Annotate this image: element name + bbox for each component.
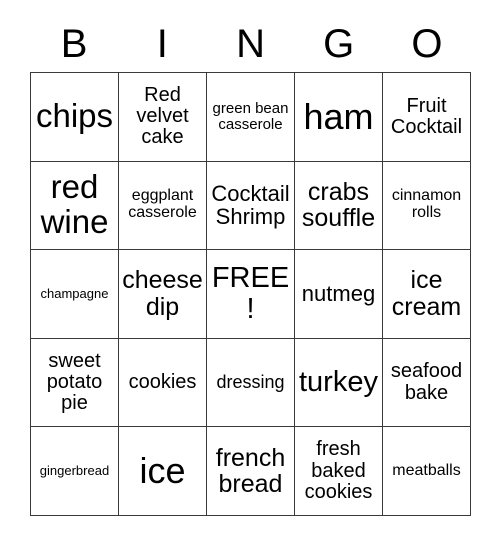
bingo-cell-r1c4[interactable]: ham: [295, 73, 383, 162]
bingo-cell-r4c5[interactable]: seafood bake: [383, 338, 471, 428]
bingo-cell-label: eggplant casserole: [128, 187, 197, 222]
bingo-cell-label: chips: [35, 97, 114, 135]
bingo-header-letter-g: G: [323, 22, 355, 66]
bingo-cell-label: fresh baked cookies: [304, 438, 373, 503]
bingo-cell-label: french bread: [215, 443, 286, 499]
bingo-cell-label: dressing: [216, 372, 285, 393]
bingo-cell-label: champagne: [40, 286, 109, 302]
bingo-cell-r3c1[interactable]: champagne: [31, 250, 119, 339]
bingo-cell-r2c1[interactable]: red wine: [31, 161, 119, 251]
bingo-header-letter-i: I: [156, 22, 168, 66]
bingo-cell-label: red wine: [40, 168, 109, 241]
bingo-cell-r3c2[interactable]: cheese dip: [119, 250, 207, 339]
bingo-cell-label: cheese dip: [122, 266, 203, 321]
bingo-cell-free-space[interactable]: FREE!: [207, 250, 295, 339]
bingo-grid: chips Red velvet cake green bean cassero…: [30, 72, 471, 516]
bingo-cell-label: Fruit Cocktail: [390, 94, 463, 138]
bingo-cell-label: sweet potato pie: [46, 349, 103, 415]
bingo-cell-r4c4[interactable]: turkey: [295, 338, 383, 428]
bingo-header-row: B I N G O: [30, 16, 471, 72]
bingo-cell-r5c4[interactable]: fresh baked cookies: [295, 427, 383, 516]
bingo-cell-r4c3[interactable]: dressing: [207, 338, 295, 428]
bingo-cell-r4c2[interactable]: cookies: [119, 338, 207, 428]
bingo-cell-label: turkey: [299, 366, 378, 399]
bingo-cell-label: Red velvet cake: [136, 84, 189, 149]
bingo-cell-label: ice: [139, 450, 186, 492]
bingo-cell-r5c5[interactable]: meatballs: [383, 427, 471, 516]
bingo-cell-label: nutmeg: [301, 281, 376, 307]
bingo-cell-label: green bean casserole: [212, 99, 289, 133]
bingo-cell-label: seafood bake: [390, 360, 463, 404]
bingo-cell-r3c4[interactable]: nutmeg: [295, 250, 383, 339]
bingo-card: B I N G O chips Red velvet cake green be…: [0, 0, 500, 544]
bingo-cell-r1c2[interactable]: Red velvet cake: [119, 73, 207, 162]
bingo-header-letter-n: N: [236, 22, 265, 66]
bingo-cell-r1c3[interactable]: green bean casserole: [207, 73, 295, 162]
bingo-cell-r2c5[interactable]: cinnamon rolls: [383, 161, 471, 251]
bingo-cell-r4c1[interactable]: sweet potato pie: [31, 338, 119, 428]
bingo-cell-r5c2[interactable]: ice: [119, 427, 207, 516]
bingo-cell-r3c5[interactable]: ice cream: [383, 250, 471, 339]
bingo-free-space-label: FREE!: [211, 262, 290, 325]
bingo-cell-label: Cocktail Shrimp: [211, 181, 290, 230]
bingo-header-letter-o: O: [411, 22, 443, 66]
bingo-cell-r2c2[interactable]: eggplant casserole: [119, 161, 207, 251]
bingo-cell-label: crabs souffle: [301, 177, 376, 233]
bingo-cell-r1c5[interactable]: Fruit Cocktail: [383, 73, 471, 162]
bingo-cell-r2c4[interactable]: crabs souffle: [295, 161, 383, 251]
bingo-cell-r5c3[interactable]: french bread: [207, 427, 295, 516]
bingo-cell-label: ham: [303, 95, 374, 137]
bingo-cell-label: ice cream: [391, 266, 462, 321]
bingo-header-letter-b: B: [60, 22, 88, 66]
bingo-cell-r5c1[interactable]: gingerbread: [31, 427, 119, 516]
bingo-cell-label: meatballs: [392, 461, 461, 479]
bingo-cell-label: cookies: [128, 371, 197, 393]
bingo-cell-r1c1[interactable]: chips: [31, 73, 119, 162]
bingo-cell-r2c3[interactable]: Cocktail Shrimp: [207, 161, 295, 251]
bingo-cell-label: cinnamon rolls: [391, 187, 462, 222]
bingo-cell-label: gingerbread: [39, 463, 110, 479]
